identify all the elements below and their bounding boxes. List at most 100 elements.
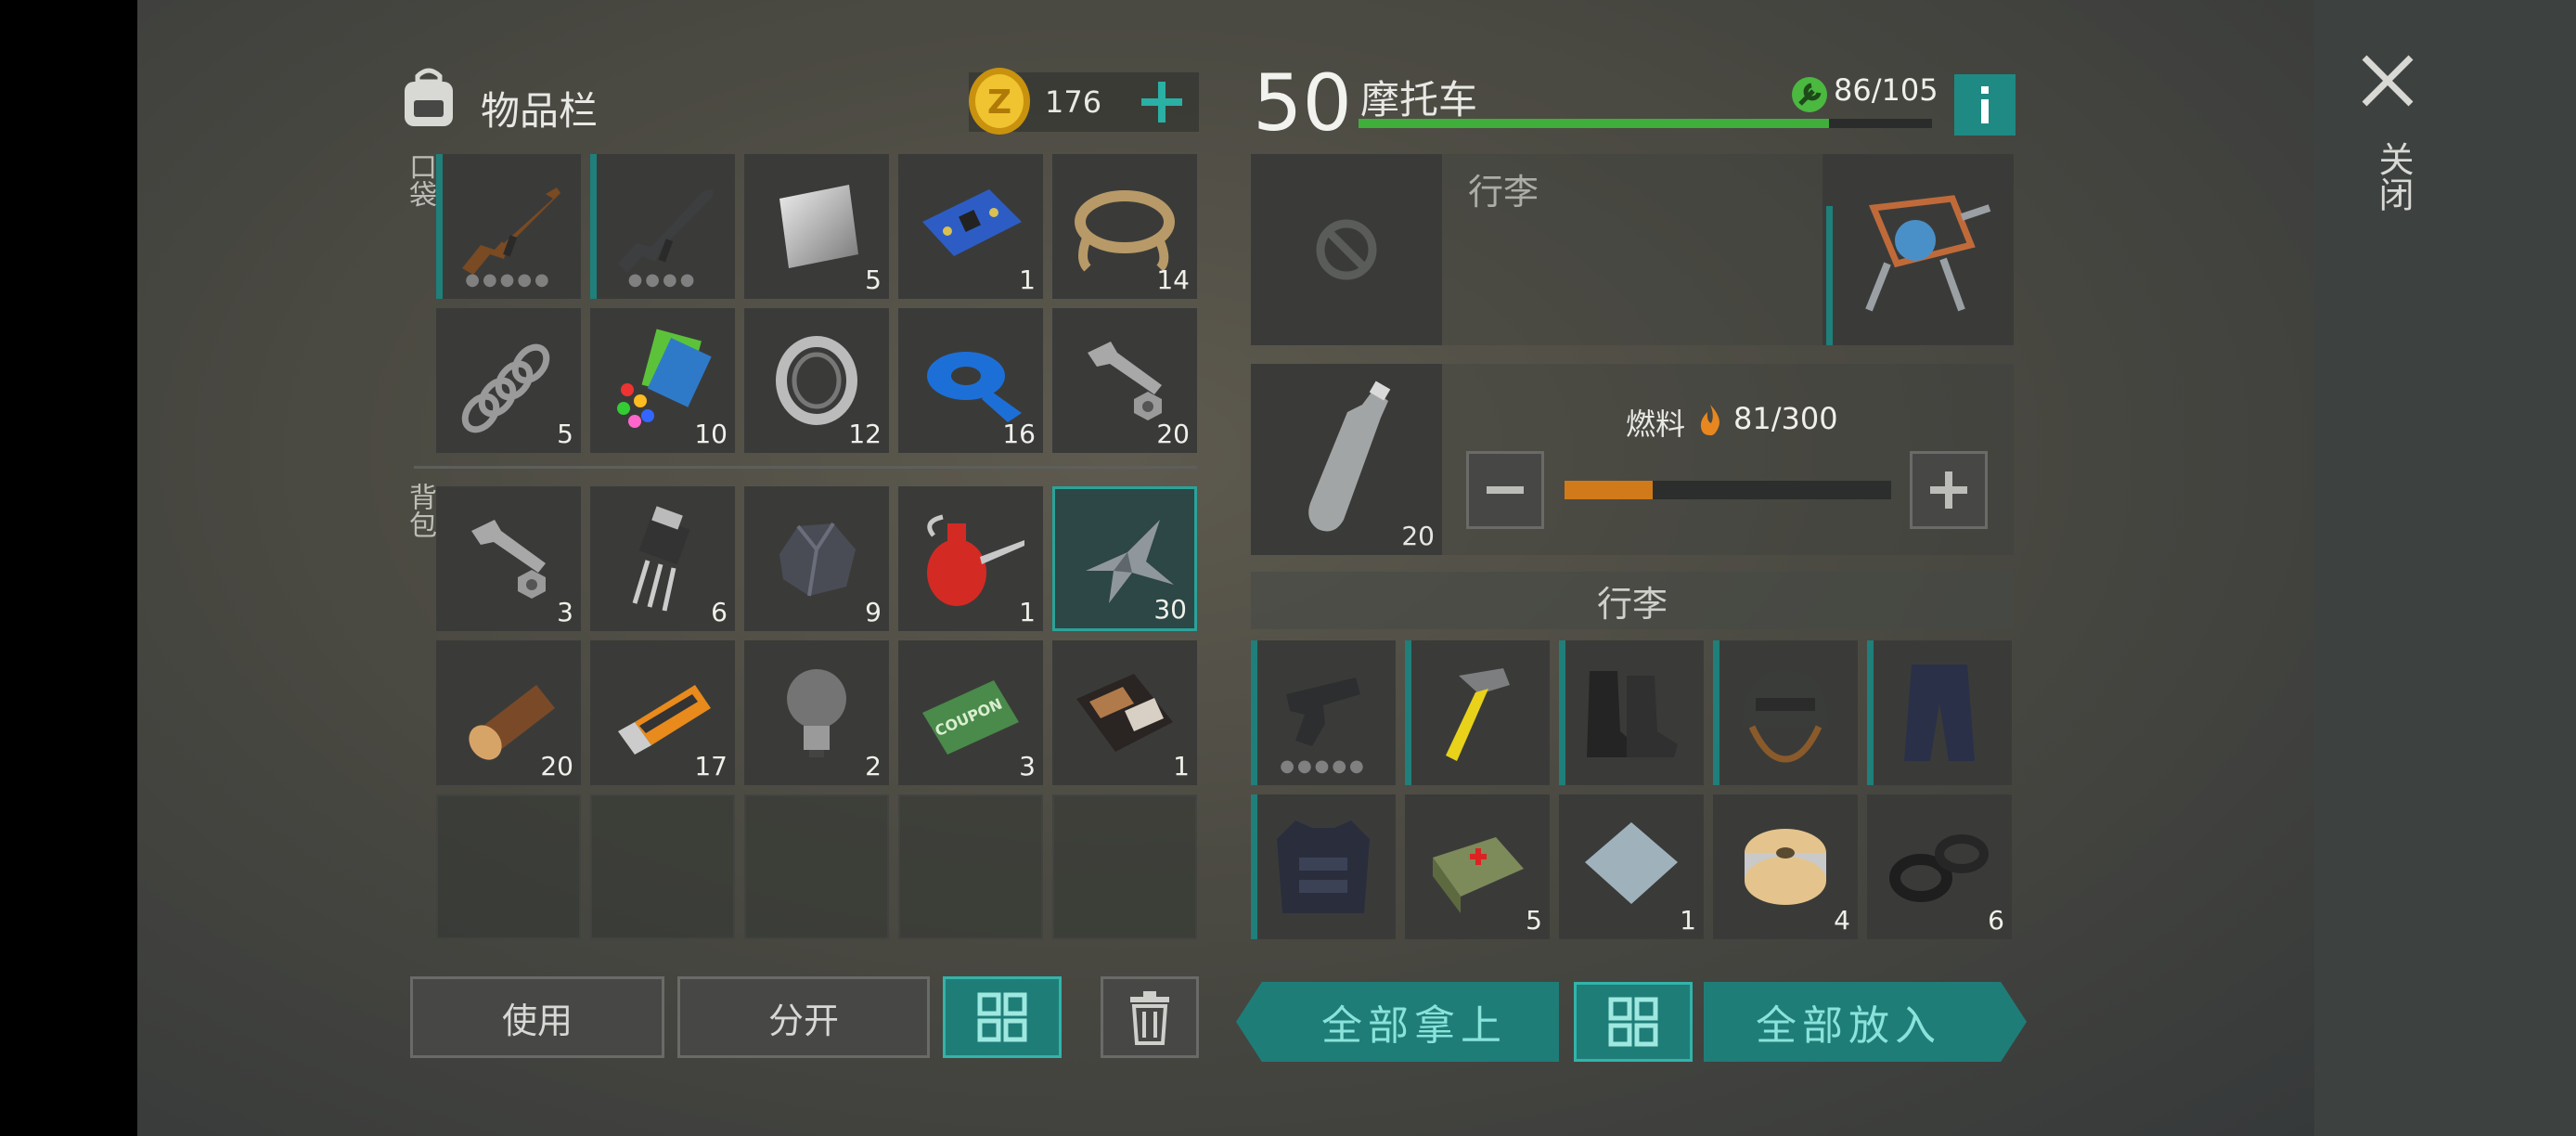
fuel-increase-button[interactable] (1910, 451, 1988, 529)
backpack-label: 背包 (404, 483, 436, 538)
trash-icon (1130, 991, 1169, 1045)
vehicle-part-slot[interactable] (1823, 154, 2014, 345)
empty-slot[interactable] (1052, 794, 1197, 939)
wire-spool-icon (1745, 829, 1826, 905)
luggage-slot[interactable] (1559, 640, 1704, 785)
empty-slot[interactable] (590, 794, 735, 939)
bolt-nut-icon (471, 520, 546, 599)
inventory-slot[interactable]: COUPON 3 (898, 640, 1043, 785)
fuel-value: 81/300 (1733, 401, 1838, 436)
item-quantity: 5 (865, 265, 882, 295)
durability-bar (1359, 119, 1932, 128)
fuel-decrease-button[interactable] (1466, 451, 1544, 529)
inventory-slot[interactable]: 17 (590, 640, 735, 785)
item-quantity: 9 (865, 597, 882, 627)
item-quantity: 1 (1019, 265, 1036, 295)
plus-icon (1141, 82, 1182, 123)
luggage-slot[interactable]: 1 (1559, 794, 1704, 939)
empty-slot[interactable] (436, 794, 581, 939)
luggage-slot[interactable] (1405, 640, 1550, 785)
inventory-slot[interactable]: 16 (898, 308, 1043, 453)
item-quantity: 20 (540, 751, 573, 781)
inventory-slot[interactable]: 12 (744, 308, 889, 453)
metal-plate-icon (779, 185, 858, 268)
add-coins-button[interactable] (1136, 76, 1188, 128)
inventory-slot[interactable]: 1 (1052, 640, 1197, 785)
coin-icon: Z (965, 65, 1034, 137)
put-all-button[interactable]: 全部放入 (1704, 982, 2027, 1062)
inventory-slot[interactable]: ●●●● (590, 154, 735, 299)
empty-slot[interactable] (744, 794, 889, 939)
ammo-dots: ●●●●● (465, 270, 552, 290)
ration-coupon-icon: COUPON (922, 680, 1019, 755)
empty-slot[interactable] (898, 794, 1043, 939)
inventory-slot[interactable]: 5 (436, 308, 581, 453)
right-side-panel (2314, 0, 2576, 1136)
grid-icon (977, 992, 1027, 1042)
minus-icon (1487, 486, 1524, 494)
hammer-icon (1446, 668, 1510, 761)
vehicle-level: 50 (1253, 58, 1352, 148)
ammo-dots: ●●●●● (1280, 756, 1367, 776)
luggage-slot[interactable]: 4 (1713, 794, 1858, 939)
inventory-slot-selected[interactable]: 30 (1052, 486, 1197, 631)
luggage-header: 行李 (1251, 572, 2014, 629)
bottle-icon (1308, 381, 1391, 532)
inventory-slot[interactable]: 5 (744, 154, 889, 299)
inventory-slot[interactable]: 20 (1052, 308, 1197, 453)
fuel-item-slot[interactable]: 20 (1251, 364, 1442, 555)
inventory-title: 物品栏 (481, 88, 599, 134)
split-button[interactable]: 分开 (677, 976, 930, 1058)
first-aid-bag-icon (1433, 837, 1524, 913)
trash-button[interactable] (1101, 976, 1199, 1058)
light-bulb-icon (787, 669, 846, 757)
use-button[interactable]: 使用 (410, 976, 664, 1058)
inventory-slot[interactable]: 20 (436, 640, 581, 785)
take-all-button[interactable]: 全部拿上 (1236, 982, 1559, 1062)
backpack-icon (399, 65, 458, 130)
flame-icon (1698, 403, 1722, 436)
motorcycle-part-icon (1865, 195, 1991, 312)
close-button[interactable] (2357, 50, 2418, 111)
luggage-slot[interactable] (1867, 640, 2012, 785)
vehicle-name: 摩托车 (1360, 77, 1478, 123)
inventory-slot[interactable]: 14 (1052, 154, 1197, 299)
close-label: 关闭 (2373, 141, 2414, 212)
item-quantity: 1 (1019, 597, 1036, 627)
equipped-marker (1867, 640, 1874, 785)
grid-icon (1608, 997, 1658, 1047)
inventory-slot[interactable]: 10 (590, 308, 735, 453)
pistol-icon (1286, 678, 1360, 746)
item-quantity: 6 (711, 597, 728, 627)
pocket-label: 口袋 (404, 152, 436, 208)
inventory-slot[interactable]: 1 (898, 154, 1043, 299)
oil-can-icon (927, 514, 1024, 606)
info-icon (1981, 86, 1989, 123)
inventory-slot[interactable]: ●●●●● (436, 154, 581, 299)
cargo-slot-empty[interactable] (1251, 154, 1442, 345)
plus-icon (1930, 471, 1967, 509)
luggage-slot[interactable] (1251, 794, 1396, 939)
luggage-slot[interactable]: 5 (1405, 794, 1550, 939)
item-quantity: 10 (694, 419, 728, 449)
luggage-slot[interactable] (1713, 640, 1858, 785)
boots-icon (1587, 671, 1678, 757)
item-quantity: 5 (557, 419, 573, 449)
armor-vest-icon (1277, 820, 1370, 913)
wrench-icon (1791, 76, 1828, 113)
inventory-slot[interactable]: 2 (744, 640, 889, 785)
luggage-slot[interactable]: 6 (1867, 794, 2012, 939)
sort-inventory-button[interactable] (943, 976, 1062, 1058)
durability-value: 86/105 (1834, 72, 1938, 108)
fuel-slider[interactable] (1565, 481, 1891, 499)
inventory-slot[interactable]: 9 (744, 486, 889, 631)
m16-icon (618, 189, 713, 273)
sort-luggage-button[interactable] (1574, 982, 1693, 1062)
ak47-icon (462, 187, 560, 275)
inventory-slot[interactable]: 1 (898, 486, 1043, 631)
take-all-label: 全部拿上 (1321, 1002, 1507, 1050)
inventory-slot[interactable]: 6 (590, 486, 735, 631)
luggage-slot[interactable]: ●●●●● (1251, 640, 1396, 785)
info-button[interactable] (1954, 74, 2016, 136)
inventory-slot[interactable]: 3 (436, 486, 581, 631)
